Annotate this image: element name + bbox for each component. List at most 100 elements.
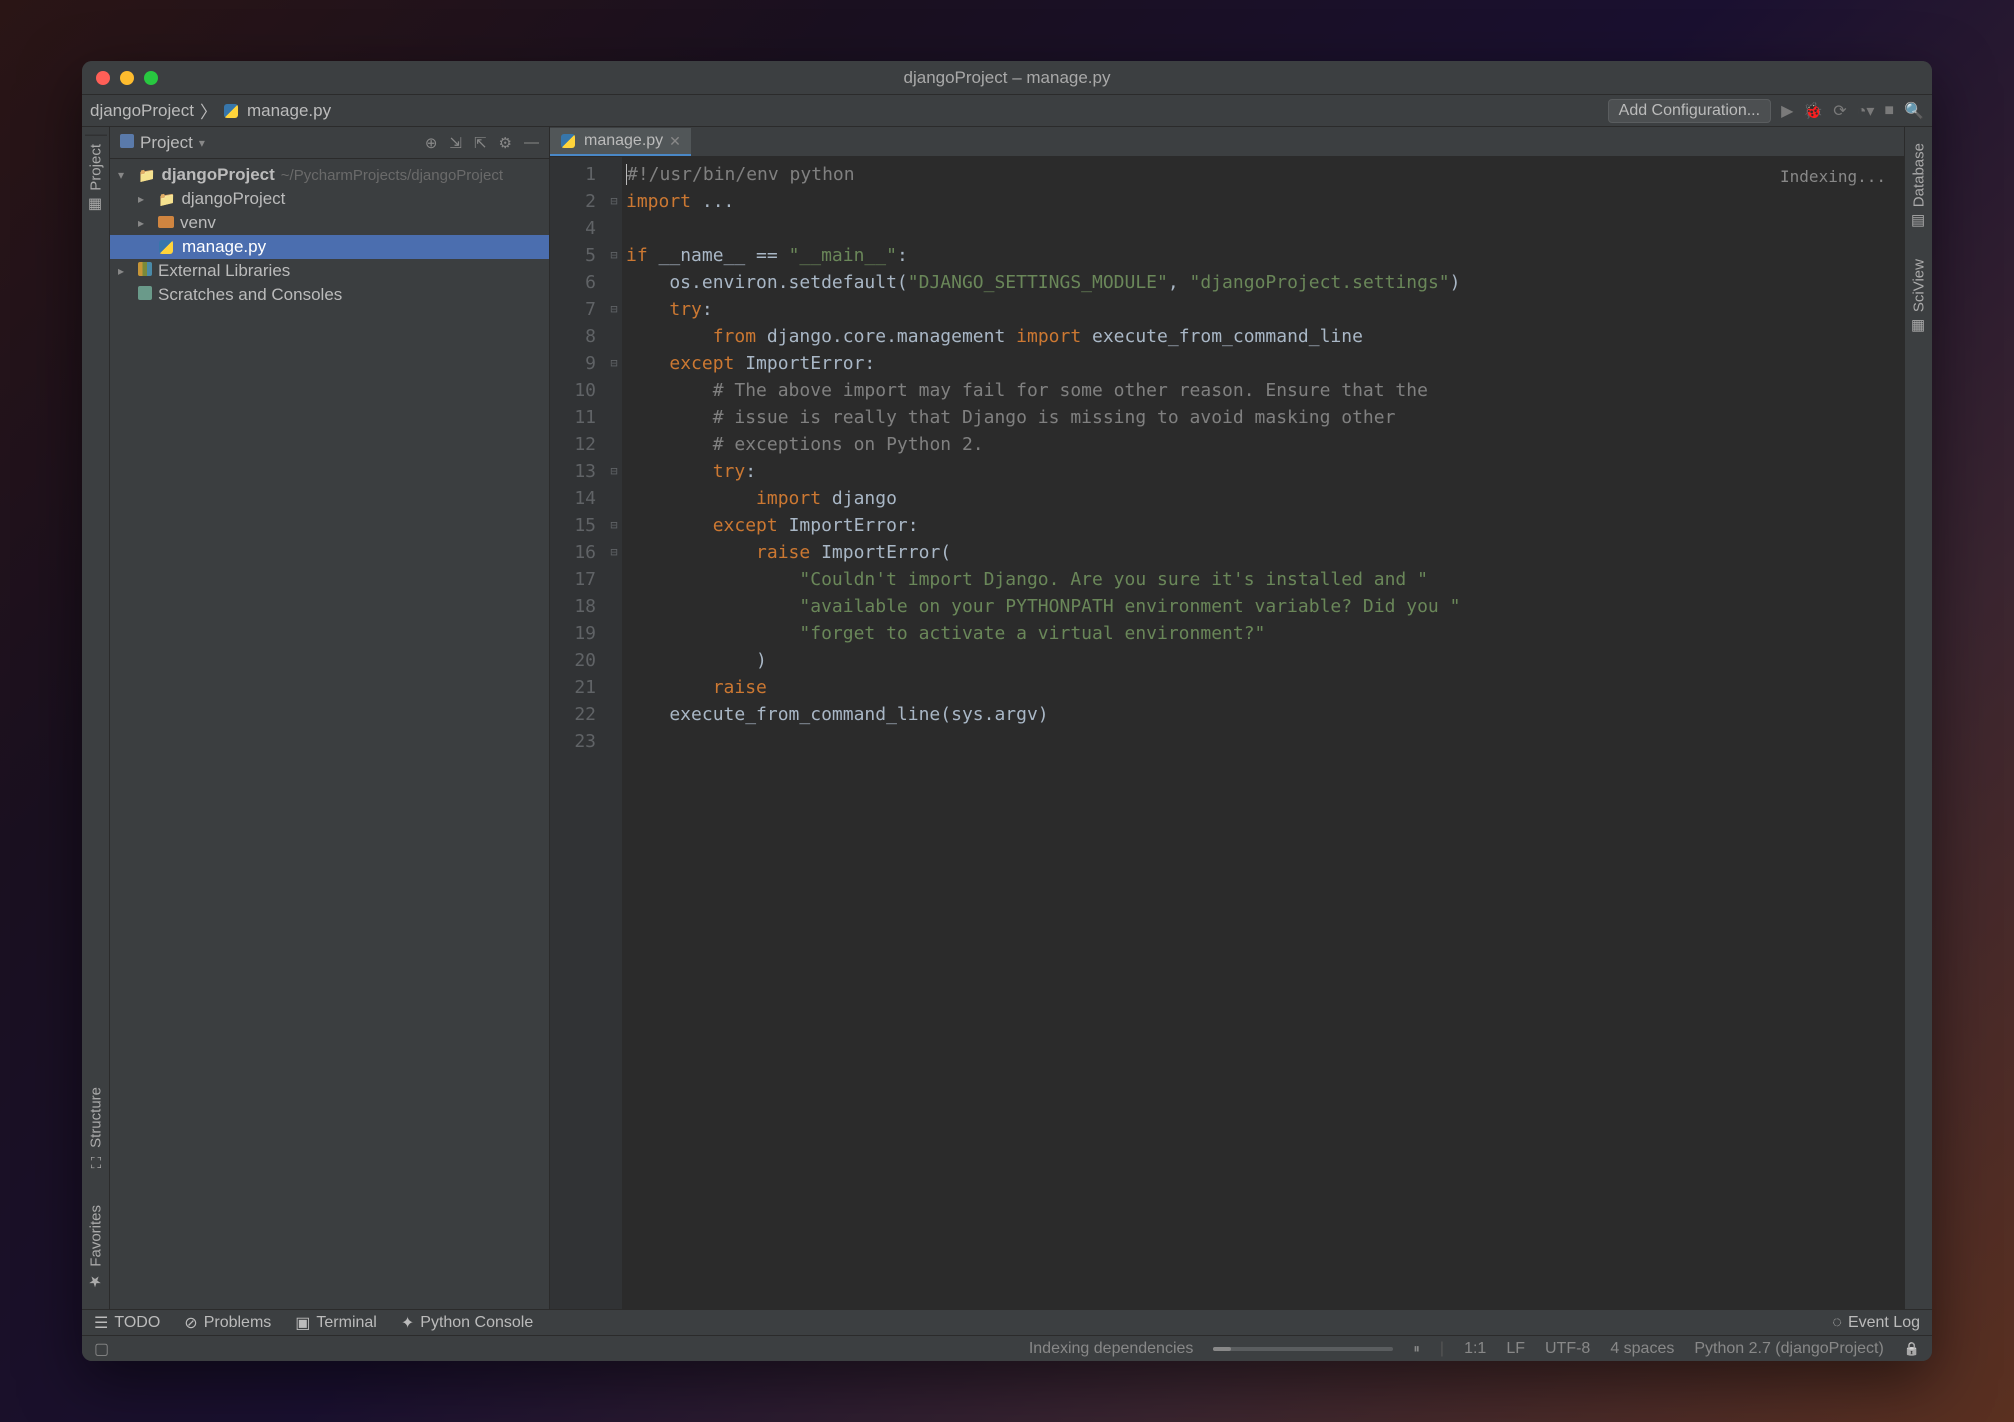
fold-marker-icon[interactable] bbox=[606, 485, 622, 512]
stop-icon[interactable]: ■ bbox=[1884, 102, 1894, 120]
code-line[interactable] bbox=[626, 215, 1904, 242]
search-everywhere-icon[interactable]: 🔍 bbox=[1904, 101, 1924, 121]
project-panel: Project ▾ ⊕ ⇲ ⇱ ⚙ — djangoProject ~/Pych… bbox=[110, 127, 550, 1309]
profile-icon[interactable]: ◔▾ bbox=[1857, 101, 1875, 121]
coverage-icon[interactable]: ⟳ bbox=[1833, 101, 1846, 121]
add-configuration-button[interactable]: Add Configuration... bbox=[1608, 99, 1771, 123]
minimize-window-button[interactable] bbox=[120, 71, 134, 85]
code-line[interactable]: except ImportError: bbox=[626, 512, 1904, 539]
code-line[interactable]: except ImportError: bbox=[626, 350, 1904, 377]
structure-tool-tab[interactable]: ⛶ Structure bbox=[85, 1079, 107, 1177]
breadcrumb-separator: 〉 bbox=[200, 98, 217, 123]
tree-external-libraries[interactable]: External Libraries bbox=[110, 259, 549, 283]
debug-icon[interactable]: 🐞 bbox=[1803, 101, 1823, 121]
status-line-separator[interactable]: LF bbox=[1506, 1340, 1525, 1358]
chevron-right-icon[interactable] bbox=[138, 192, 152, 206]
code-line[interactable] bbox=[626, 728, 1904, 755]
fold-marker-icon[interactable] bbox=[606, 404, 622, 431]
code-body[interactable]: #!/usr/bin/env pythonimport ... if __name… bbox=[622, 157, 1904, 1309]
tree-item-package[interactable]: djangoProject bbox=[110, 187, 549, 211]
maximize-window-button[interactable] bbox=[144, 71, 158, 85]
tree-scratches[interactable]: Scratches and Consoles bbox=[110, 283, 549, 307]
tree-item-venv[interactable]: venv bbox=[110, 211, 549, 235]
fold-marker-icon[interactable] bbox=[606, 674, 622, 701]
project-panel-header: Project ▾ ⊕ ⇲ ⇱ ⚙ — bbox=[110, 127, 549, 159]
fold-marker-icon[interactable]: ⊟ bbox=[606, 296, 622, 323]
status-indent[interactable]: 4 spaces bbox=[1610, 1340, 1674, 1358]
chevron-down-icon[interactable] bbox=[118, 168, 132, 182]
fold-marker-icon[interactable]: ⊟ bbox=[606, 512, 622, 539]
readonly-lock-icon[interactable] bbox=[1904, 1340, 1920, 1358]
breadcrumb-file[interactable]: manage.py bbox=[247, 101, 331, 121]
terminal-tool-button[interactable]: ▣ Terminal bbox=[295, 1313, 377, 1333]
todo-tool-button[interactable]: ☰ TODO bbox=[94, 1313, 160, 1333]
close-window-button[interactable] bbox=[96, 71, 110, 85]
code-line[interactable]: execute_from_command_line(sys.argv) bbox=[626, 701, 1904, 728]
fold-marker-icon[interactable] bbox=[606, 566, 622, 593]
project-panel-title[interactable]: Project ▾ bbox=[120, 133, 417, 153]
code-line[interactable]: ) bbox=[626, 647, 1904, 674]
expand-all-icon[interactable]: ⇲ bbox=[449, 134, 462, 152]
event-log-button[interactable]: ◌ Event Log bbox=[1832, 1314, 1920, 1332]
tree-item-manage-py[interactable]: manage.py bbox=[110, 235, 549, 259]
fold-marker-icon[interactable]: ⊟ bbox=[606, 539, 622, 566]
code-line[interactable]: # issue is really that Django is missing… bbox=[626, 404, 1904, 431]
fold-marker-icon[interactable] bbox=[606, 593, 622, 620]
favorites-tool-tab[interactable]: ★ Favorites bbox=[85, 1197, 107, 1299]
status-bar: ▢ Indexing dependencies | 1:1 LF UTF-8 4… bbox=[82, 1335, 1932, 1361]
project-tool-tab[interactable]: ▦ Project bbox=[85, 135, 107, 223]
fold-marker-icon[interactable]: ⊟ bbox=[606, 458, 622, 485]
code-line[interactable]: "Couldn't import Django. Are you sure it… bbox=[626, 566, 1904, 593]
fold-marker-icon[interactable] bbox=[606, 377, 622, 404]
fold-marker-icon[interactable] bbox=[606, 701, 622, 728]
python-console-tool-button[interactable]: ✦ Python Console bbox=[401, 1313, 533, 1333]
fold-marker-icon[interactable]: ⊟ bbox=[606, 350, 622, 377]
code-line[interactable]: if __name__ == "__main__": bbox=[626, 242, 1904, 269]
code-editor[interactable]: 124567891011121314151617181920212223 ⊟⊟⊟… bbox=[550, 157, 1904, 1309]
fold-marker-icon[interactable] bbox=[606, 161, 622, 188]
breadcrumb-project[interactable]: djangoProject bbox=[90, 101, 194, 121]
code-line[interactable]: os.environ.setdefault("DJANGO_SETTINGS_M… bbox=[626, 269, 1904, 296]
code-line[interactable]: try: bbox=[626, 458, 1904, 485]
status-encoding[interactable]: UTF-8 bbox=[1545, 1340, 1590, 1358]
pause-indexing-icon[interactable] bbox=[1413, 1340, 1420, 1358]
chevron-right-icon[interactable] bbox=[118, 264, 132, 278]
code-line[interactable]: import django bbox=[626, 485, 1904, 512]
settings-gear-icon[interactable]: ⚙ bbox=[499, 134, 512, 152]
code-line[interactable]: "available on your PYTHONPATH environmen… bbox=[626, 593, 1904, 620]
tree-root[interactable]: djangoProject ~/PycharmProjects/djangoPr… bbox=[110, 163, 549, 187]
close-tab-icon[interactable]: ✕ bbox=[669, 133, 681, 150]
locate-icon[interactable]: ⊕ bbox=[425, 134, 438, 152]
status-interpreter[interactable]: Python 2.7 (djangoProject) bbox=[1694, 1340, 1883, 1358]
sciview-icon: ▦ bbox=[1910, 318, 1928, 336]
fold-marker-icon[interactable] bbox=[606, 323, 622, 350]
code-line[interactable]: import ... bbox=[626, 188, 1904, 215]
fold-marker-icon[interactable] bbox=[606, 431, 622, 458]
database-tool-tab[interactable]: ▤ Database bbox=[1908, 135, 1930, 239]
status-cursor-position[interactable]: 1:1 bbox=[1464, 1340, 1486, 1358]
fold-marker-icon[interactable]: ⊟ bbox=[606, 242, 622, 269]
fold-marker-icon[interactable] bbox=[606, 215, 622, 242]
code-line[interactable]: from django.core.management import execu… bbox=[626, 323, 1904, 350]
quick-panel-icon[interactable]: ▢ bbox=[94, 1339, 109, 1359]
fold-marker-icon[interactable] bbox=[606, 728, 622, 755]
code-line[interactable]: raise bbox=[626, 674, 1904, 701]
fold-marker-icon[interactable]: ⊟ bbox=[606, 188, 622, 215]
code-line[interactable]: try: bbox=[626, 296, 1904, 323]
problems-tool-button[interactable]: ⊘ Problems bbox=[184, 1313, 271, 1333]
chevron-right-icon[interactable] bbox=[138, 216, 152, 230]
collapse-all-icon[interactable]: ⇱ bbox=[474, 134, 487, 152]
code-line[interactable]: raise ImportError( bbox=[626, 539, 1904, 566]
code-line[interactable]: #!/usr/bin/env python bbox=[626, 161, 1904, 188]
breadcrumb: djangoProject 〉 manage.py bbox=[90, 98, 1602, 123]
code-line[interactable]: "forget to activate a virtual environmen… bbox=[626, 620, 1904, 647]
sciview-tool-tab[interactable]: ▦ SciView bbox=[1908, 251, 1930, 344]
hide-panel-icon[interactable]: — bbox=[524, 134, 539, 152]
code-line[interactable]: # exceptions on Python 2. bbox=[626, 431, 1904, 458]
code-line[interactable]: # The above import may fail for some oth… bbox=[626, 377, 1904, 404]
fold-marker-icon[interactable] bbox=[606, 647, 622, 674]
run-icon[interactable]: ▶ bbox=[1781, 101, 1793, 121]
fold-marker-icon[interactable] bbox=[606, 269, 622, 296]
editor-tab-manage-py[interactable]: manage.py ✕ bbox=[550, 128, 691, 156]
fold-marker-icon[interactable] bbox=[606, 620, 622, 647]
